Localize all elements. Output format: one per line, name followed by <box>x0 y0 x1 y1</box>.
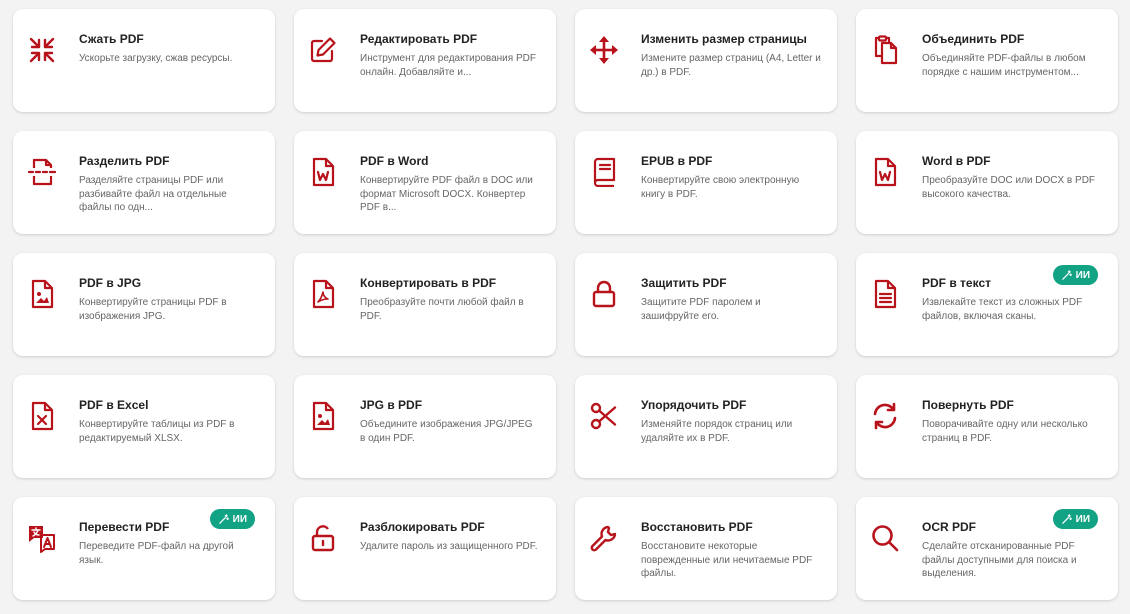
tool-card-11[interactable]: Защитить PDF Защитите PDF паролем и зашиф… <box>575 253 837 356</box>
book-icon <box>589 157 619 187</box>
tool-title: Изменить размер страницы <box>641 32 807 46</box>
ai-badge: ИИ <box>1052 509 1098 529</box>
tool-title: Объединить PDF <box>922 32 1025 46</box>
move-arrows-icon <box>589 35 619 65</box>
word-file-icon <box>308 157 338 187</box>
tool-title: Упорядочить PDF <box>641 398 747 412</box>
text-file-icon <box>870 279 900 309</box>
tool-card-2[interactable]: Редактировать PDF Инструмент для редактир… <box>294 9 556 112</box>
tool-description: Объединяйте PDF-файлы в любом порядке с … <box>922 53 1086 78</box>
tool-description: Восстановите некоторые поврежденные или … <box>641 541 813 579</box>
tool-description: Измените размер страниц (A4, Letter и др… <box>641 53 821 78</box>
translate-icon <box>27 523 57 553</box>
rotate-icon <box>870 401 900 431</box>
magic-wand-icon <box>1061 269 1072 281</box>
tool-card-4[interactable]: Объединить PDF Объединяйте PDF-файлы в лю… <box>856 9 1118 112</box>
image-file-icon <box>27 279 57 309</box>
magic-wand-icon <box>218 513 229 525</box>
tool-description: Переведите PDF-файл на другой язык. <box>79 541 234 566</box>
tool-title: EPUB в PDF <box>641 154 713 168</box>
tool-title: Word в PDF <box>922 154 991 168</box>
tool-title: Разблокировать PDF <box>360 520 485 534</box>
tool-card-14[interactable]: JPG в PDF Объедините изображения JPG/JPEG… <box>294 375 556 478</box>
excel-file-icon <box>27 401 57 431</box>
tool-description: Конвертируйте страницы PDF в изображения… <box>79 297 227 322</box>
tool-card-10[interactable]: Конвертировать в PDF Преобразуйте почти л… <box>294 253 556 356</box>
tool-card-18[interactable]: Разблокировать PDF Удалите пароль из защи… <box>294 497 556 600</box>
tool-card-3[interactable]: Изменить размер страницы Измените размер … <box>575 9 837 112</box>
ai-badge: ИИ <box>1052 265 1098 285</box>
tool-description: Сделайте отсканированные PDF файлы досту… <box>922 541 1077 579</box>
tool-description: Преобразуйте почти любой файл в PDF. <box>360 297 524 322</box>
tool-title: Редактировать PDF <box>360 32 478 46</box>
edit-icon <box>308 35 338 65</box>
tool-title: PDF в Word <box>360 154 429 168</box>
tool-description: Поворачивайте одну или несколько страниц… <box>922 419 1088 444</box>
unlock-icon <box>308 523 338 553</box>
tool-description: Инструмент для редактирования PDF онлайн… <box>360 53 536 78</box>
tool-description: Разделяйте страницы PDF или разбивайте ф… <box>79 175 227 213</box>
tool-card-7[interactable]: EPUB в PDF Конвертируйте свою электронную… <box>575 131 837 234</box>
ai-badge-label: ИИ <box>232 513 247 525</box>
tool-card-5[interactable]: Разделить PDF Разделяйте страницы PDF или… <box>13 131 275 234</box>
tool-title: Разделить PDF <box>79 154 170 168</box>
ai-badge-label: ИИ <box>1075 269 1090 281</box>
tool-card-1[interactable]: Сжать PDF Ускорьте загрузку, сжав ресурсы… <box>13 9 275 112</box>
tool-card-16[interactable]: Повернуть PDF Поворачивайте одну или неск… <box>856 375 1118 478</box>
tool-card-13[interactable]: PDF в Excel Конвертируйте таблицы из PDF … <box>13 375 275 478</box>
tool-title: PDF в текст <box>922 276 991 290</box>
tool-description: Защитите PDF паролем и зашифруйте его. <box>641 297 761 322</box>
merge-files-icon <box>870 35 900 65</box>
tool-description: Изменяйте порядок страниц или удаляйте и… <box>641 419 793 444</box>
tool-card-20[interactable]: OCR PDF Сделайте отсканированные PDF файл… <box>856 497 1118 600</box>
tool-card-15[interactable]: Упорядочить PDF Изменяйте порядок страниц… <box>575 375 837 478</box>
scissors-icon <box>589 401 619 431</box>
tool-title: PDF в Excel <box>79 398 149 412</box>
pdf-file-icon <box>308 279 338 309</box>
ai-badge-label: ИИ <box>1075 513 1090 525</box>
search-icon <box>870 523 900 553</box>
tool-card-12[interactable]: PDF в текст Извлекайте текст из сложных P… <box>856 253 1118 356</box>
compress-icon <box>27 35 57 65</box>
tool-card-6[interactable]: PDF в Word Конвертируйте PDF файл в DOC и… <box>294 131 556 234</box>
tool-description: Конвертируйте PDF файл в DOC или формат … <box>360 175 533 213</box>
tool-description: Ускорьте загрузку, сжав ресурсы. <box>79 53 233 64</box>
tool-description: Объедините изображения JPG/JPEG в один P… <box>360 419 533 444</box>
tool-card-8[interactable]: Word в PDF Преобразуйте DOC или DOCX в PD… <box>856 131 1118 234</box>
magic-wand-icon <box>1061 513 1072 525</box>
lock-icon <box>589 279 619 309</box>
wrench-icon <box>589 523 619 553</box>
ai-badge: ИИ <box>209 509 255 529</box>
word-file-icon <box>870 157 900 187</box>
tool-title: OCR PDF <box>922 520 976 534</box>
tool-card-9[interactable]: PDF в JPG Конвертируйте страницы PDF в из… <box>13 253 275 356</box>
tool-title: Восстановить PDF <box>641 520 753 534</box>
tool-description: Удалите пароль из защищенного PDF. <box>360 541 538 552</box>
tool-title: Перевести PDF <box>79 520 170 534</box>
tool-title: Конвертировать в PDF <box>360 276 497 290</box>
image-file-icon <box>308 401 338 431</box>
tool-description: Конвертируйте таблицы из PDF в редактиру… <box>79 419 235 444</box>
tools-grid: Сжать PDF Ускорьте загрузку, сжав ресурсы… <box>13 9 1118 600</box>
tool-title: Повернуть PDF <box>922 398 1014 412</box>
tool-card-19[interactable]: Восстановить PDF Восстановите некоторые п… <box>575 497 837 600</box>
tool-title: Сжать PDF <box>79 32 144 46</box>
split-icon <box>27 157 57 187</box>
tool-title: Защитить PDF <box>641 276 727 290</box>
tool-card-17[interactable]: Перевести PDF Переведите PDF-файл на друг… <box>13 497 275 600</box>
tool-title: PDF в JPG <box>79 276 142 290</box>
tool-description: Преобразуйте DOC или DOCX в PDF высокого… <box>922 175 1096 200</box>
tool-description: Конвертируйте свою электронную книгу в P… <box>641 175 800 200</box>
tool-title: JPG в PDF <box>360 398 423 412</box>
tool-description: Извлекайте текст из сложных PDF файлов, … <box>922 297 1083 322</box>
